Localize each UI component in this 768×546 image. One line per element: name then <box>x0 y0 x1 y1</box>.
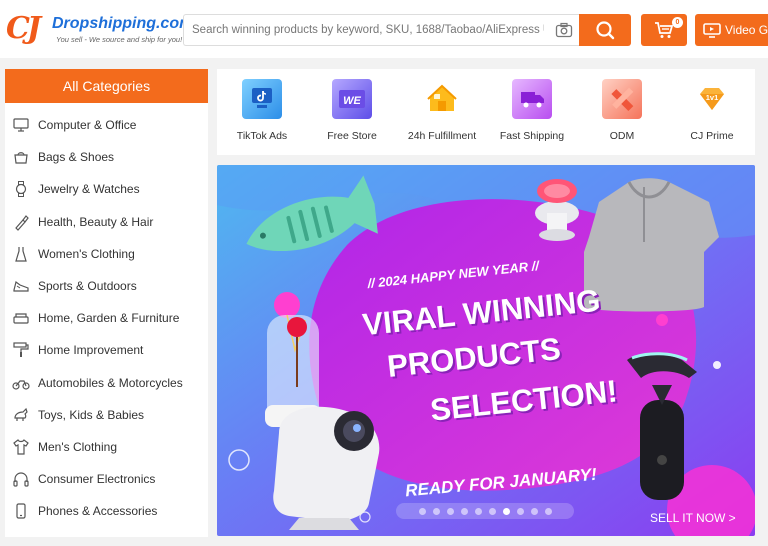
sidebar-item-label: Men's Clothing <box>38 439 117 454</box>
sidebar-item-home-garden-furniture[interactable]: Home, Garden & Furniture <box>5 302 208 334</box>
quick-link-label: Free Store <box>327 130 377 142</box>
quick-link-tiktok-ads[interactable]: TikTok Ads <box>217 79 307 142</box>
carousel-dot[interactable] <box>530 507 538 515</box>
sidebar-item-mens-clothing[interactable]: Men's Clothing <box>5 431 208 463</box>
search-icon <box>595 20 615 45</box>
search-box <box>183 14 579 46</box>
sidebar-item-label: Automobiles & Motorcycles <box>38 375 183 390</box>
quick-link-label: 24h Fulfillment <box>407 130 477 142</box>
shirt-icon <box>12 438 30 456</box>
watch-icon <box>12 180 30 198</box>
video-icon <box>703 22 721 41</box>
carousel-dot[interactable] <box>446 507 454 515</box>
cart-button[interactable]: 0 <box>641 14 687 46</box>
sidebar-item-label: Toys, Kids & Babies <box>38 407 145 422</box>
sidebar-item-jewelry-watches[interactable]: Jewelry & Watches <box>5 173 208 205</box>
video-button-label: Video G <box>725 23 768 37</box>
logo-mark: CJ <box>6 11 41 46</box>
motorcycle-icon <box>12 374 30 392</box>
ruler-pencil-icon <box>602 79 642 119</box>
sidebar-item-sports-outdoors[interactable]: Sports & Outdoors <box>5 270 208 302</box>
sidebar-item-label: Women's Clothing <box>38 246 135 261</box>
sidebar-item-bags-shoes[interactable]: Bags & Shoes <box>5 141 208 173</box>
computer-icon <box>12 116 30 134</box>
sidebar-item-label: Jewelry & Watches <box>38 182 140 197</box>
carousel-dot[interactable] <box>488 507 496 515</box>
bag-icon <box>12 148 30 166</box>
sidebar-item-health-beauty-hair[interactable]: Health, Beauty & Hair <box>5 206 208 238</box>
sidebar-item-label: Bags & Shoes <box>38 150 115 165</box>
sidebar-item-womens-clothing[interactable]: Women's Clothing <box>5 238 208 270</box>
svg-text:1v1: 1v1 <box>706 93 719 102</box>
logo-name: Dropshipping.com <box>52 15 194 32</box>
carousel-dot[interactable] <box>432 507 440 515</box>
sidebar-item-consumer-electronics[interactable]: Consumer Electronics <box>5 463 208 495</box>
carousel-dot[interactable] <box>502 507 510 515</box>
sidebar-item-label: Sports & Outdoors <box>38 279 137 294</box>
carousel-dots <box>396 503 574 519</box>
search-button[interactable] <box>579 14 631 46</box>
toy-icon <box>12 406 30 424</box>
tiktok-icon <box>242 79 282 119</box>
headphones-icon <box>12 470 30 488</box>
shoe-icon <box>12 277 30 295</box>
cart-count-badge: 0 <box>672 17 683 28</box>
carousel-dot[interactable] <box>418 507 426 515</box>
camera-search-icon[interactable] <box>555 22 573 38</box>
sidebar-item-home-improvement[interactable]: Home Improvement <box>5 334 208 366</box>
sidebar-item-automobiles-motorcycles[interactable]: Automobiles & Motorcycles <box>5 367 208 399</box>
quick-link-label: Fast Shipping <box>499 130 565 142</box>
quick-link-label: TikTok Ads <box>236 130 288 142</box>
search-input[interactable] <box>184 15 544 45</box>
video-button[interactable]: Video G <box>695 14 768 46</box>
quick-link-label: CJ Prime <box>690 130 734 142</box>
phone-icon <box>12 502 30 520</box>
diamond-1v1-icon: 1v1 <box>692 79 732 119</box>
header: CJ Dropshipping.com You sell - We source… <box>0 0 768 58</box>
quick-link-fast-shipping[interactable]: Fast Shipping <box>487 79 577 142</box>
category-list: Computer & Office Bags & Shoes Jewelry &… <box>5 103 208 527</box>
sofa-icon <box>12 309 30 327</box>
category-sidebar: All Categories Computer & Office Bags & … <box>5 69 208 537</box>
carousel-dot[interactable] <box>474 507 482 515</box>
dress-icon <box>12 245 30 263</box>
sidebar-item-label: Home, Garden & Furniture <box>38 311 180 326</box>
logo[interactable]: CJ Dropshipping.com You sell - We source… <box>6 10 193 50</box>
logo-tagline: You sell - We source and ship for you! <box>56 35 183 44</box>
quick-link-cj-prime[interactable]: 1v1 CJ Prime <box>667 79 757 142</box>
house-icon <box>422 79 462 119</box>
sidebar-item-label: Phones & Accessories <box>38 504 158 519</box>
quick-link-24h-fulfillment[interactable]: 24h Fulfillment <box>397 79 487 142</box>
sidebar-item-label: Computer & Office <box>38 118 137 133</box>
carousel-dot[interactable] <box>516 507 524 515</box>
hero-banner[interactable]: // 2024 HAPPY NEW YEAR // VIRAL WINNING … <box>217 165 755 536</box>
sidebar-item-toys-kids-babies[interactable]: Toys, Kids & Babies <box>5 399 208 431</box>
beauty-icon <box>12 213 30 231</box>
cart-icon <box>654 21 674 44</box>
sidebar-item-computer-office[interactable]: Computer & Office <box>5 109 208 141</box>
sell-it-now-link[interactable]: SELL IT NOW > <box>650 511 736 525</box>
carousel-dot[interactable] <box>460 507 468 515</box>
svg-text:WE: WE <box>343 95 361 107</box>
sidebar-item-label: Consumer Electronics <box>38 472 156 487</box>
quick-links: TikTok Ads WE Free Store 24h Fulfillment… <box>217 69 755 155</box>
truck-icon <box>512 79 552 119</box>
all-categories-header[interactable]: All Categories <box>5 69 208 103</box>
quick-link-odm[interactable]: ODM <box>577 79 667 142</box>
sidebar-item-label: Health, Beauty & Hair <box>38 214 154 229</box>
quick-link-free-store[interactable]: WE Free Store <box>307 79 397 142</box>
paint-roller-icon <box>12 341 30 359</box>
carousel-dot[interactable] <box>544 507 552 515</box>
sidebar-item-label: Home Improvement <box>38 343 144 358</box>
store-we-icon: WE <box>332 79 372 119</box>
sidebar-item-phones-accessories[interactable]: Phones & Accessories <box>5 495 208 527</box>
quick-link-label: ODM <box>609 130 635 142</box>
